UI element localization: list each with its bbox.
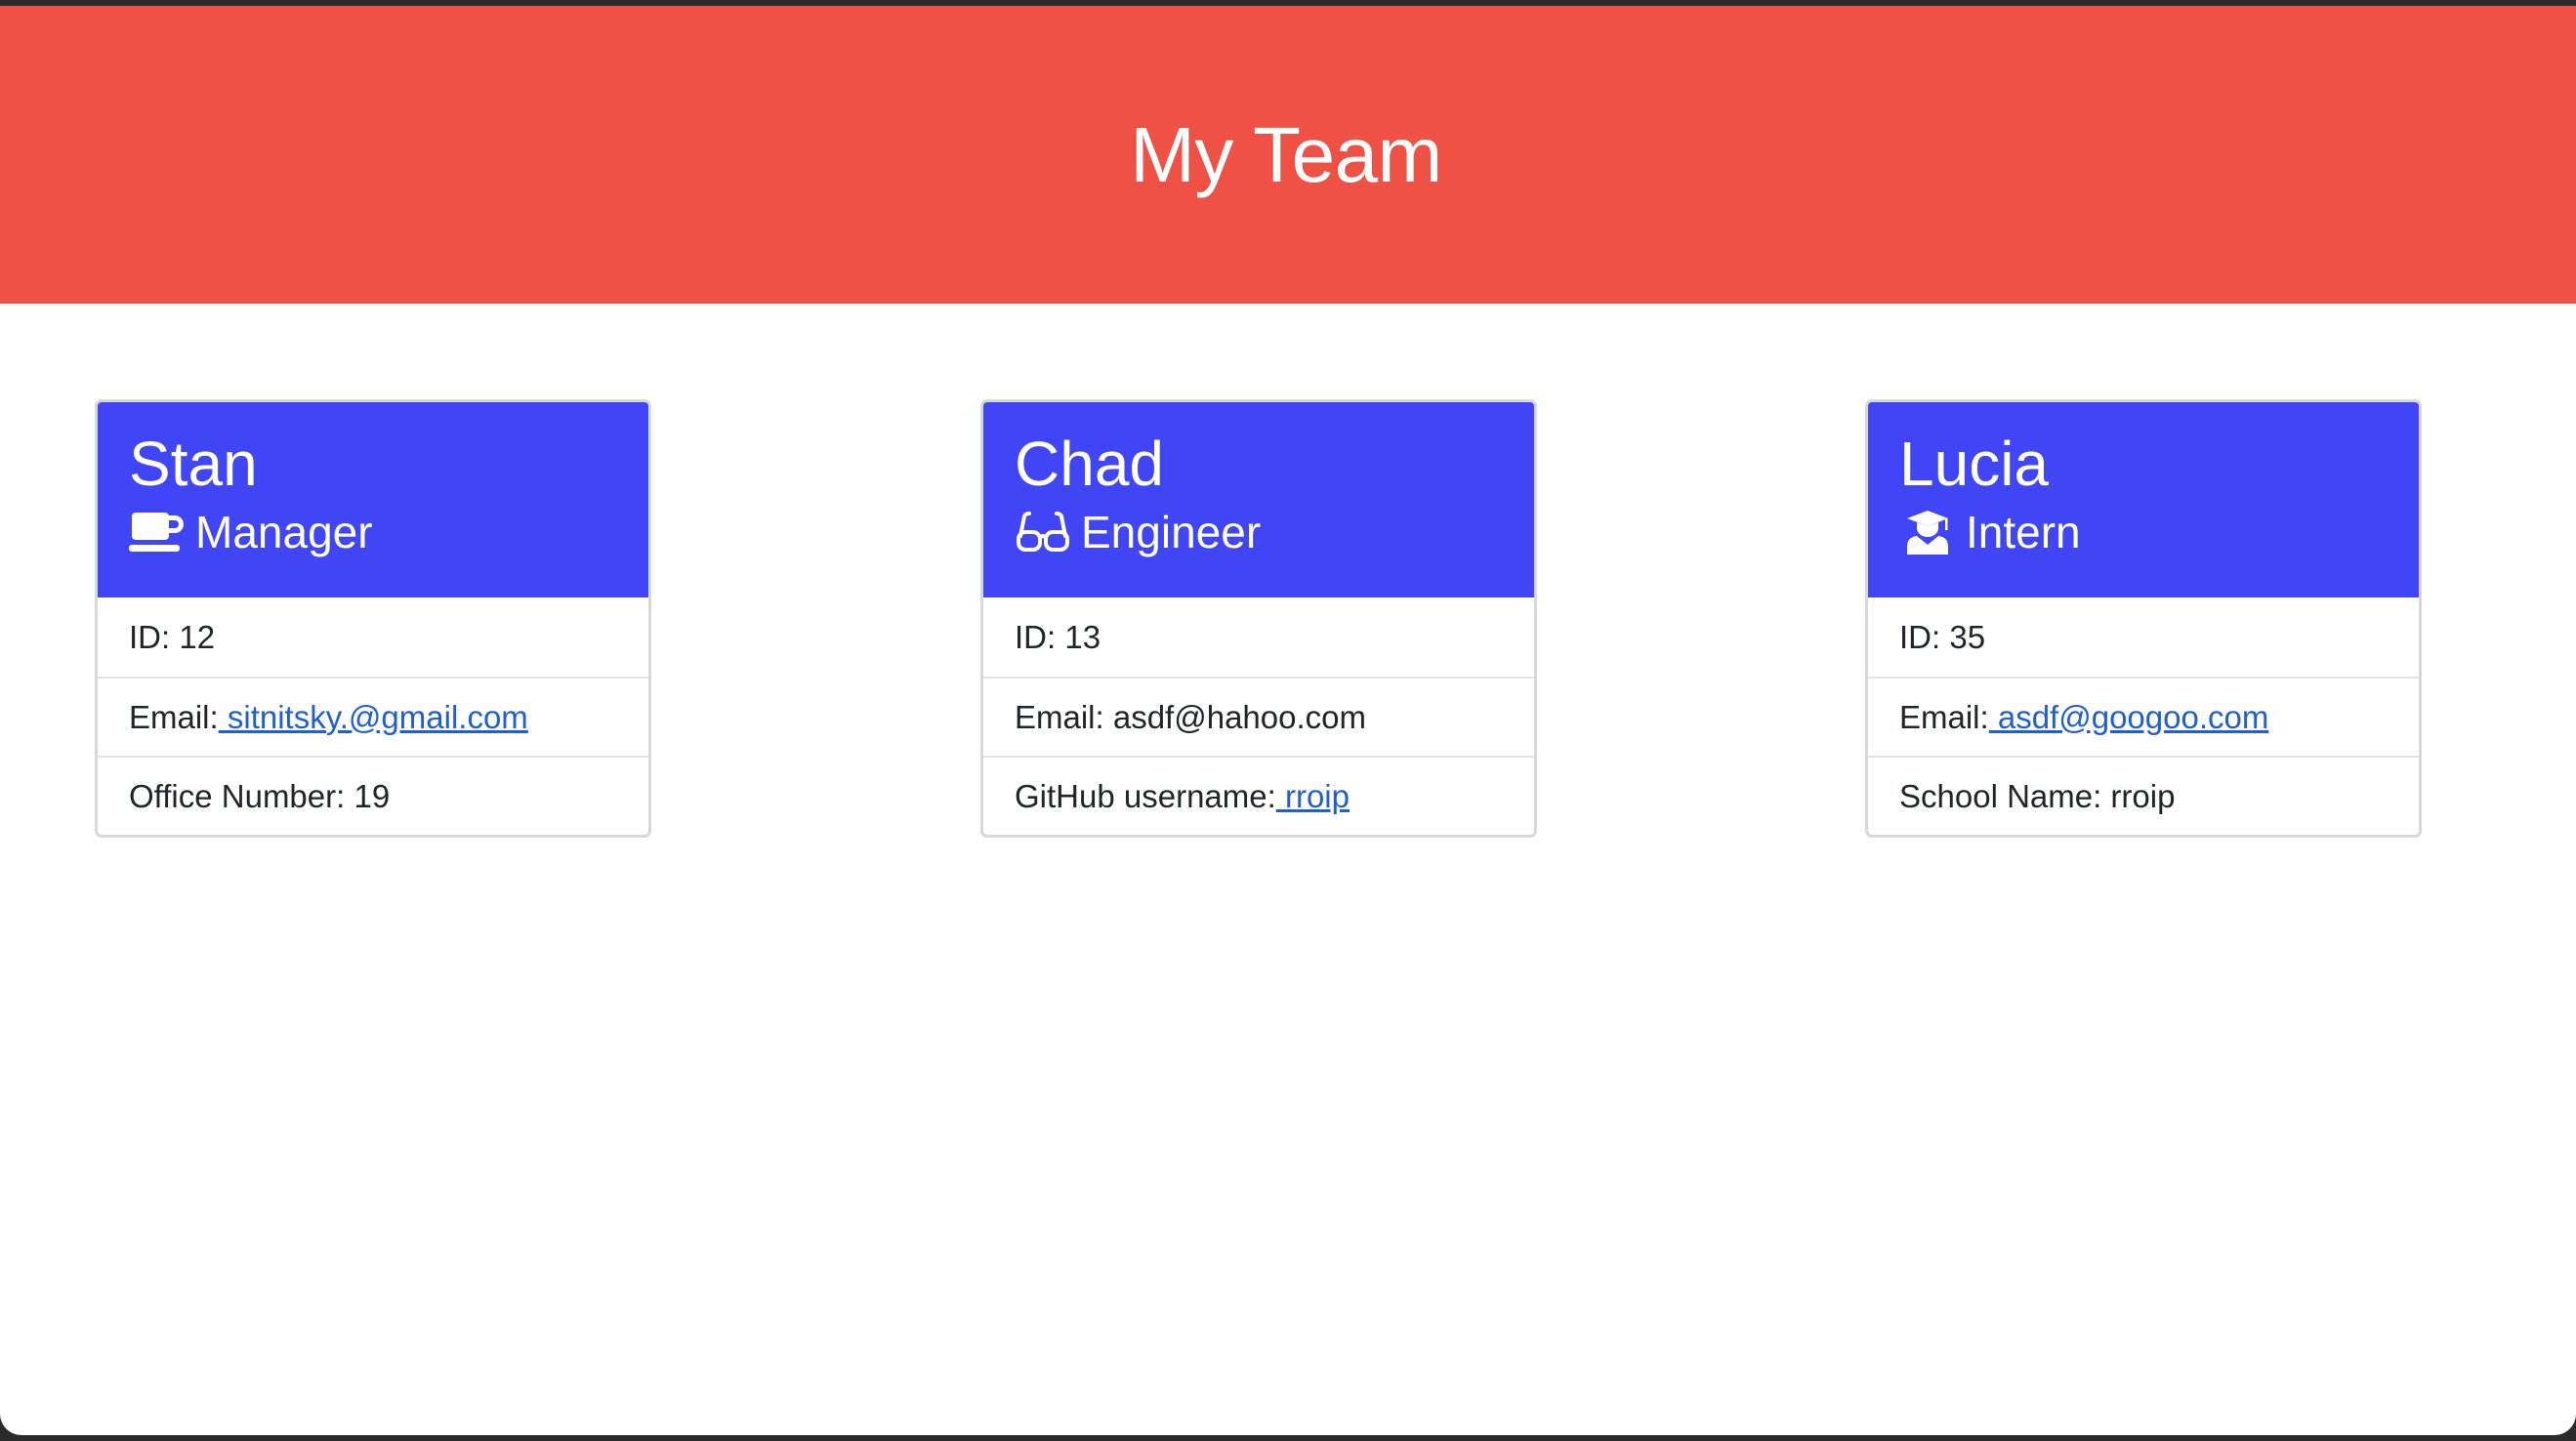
office-number: Office Number: 19: [98, 756, 648, 835]
role-label: Intern: [1966, 507, 2081, 558]
employee-name: Stan: [129, 429, 258, 499]
card-header: Lucia Intern: [1868, 402, 2419, 597]
employee-name: Chad: [1015, 429, 1164, 499]
coffee-mug-icon: [129, 510, 186, 555]
employee-card-manager: Stan Manager ID: 12 Email: sitnitsky.@gm…: [95, 399, 651, 838]
page-title: My Team: [1130, 110, 1442, 198]
school-name: School Name: rroip: [1868, 756, 2419, 835]
employee-role: Engineer: [1015, 510, 1503, 555]
employee-role: Intern: [1899, 507, 2388, 558]
card-header: Stan Manager: [98, 402, 648, 597]
glasses-icon: [1015, 510, 1071, 555]
employee-card-engineer: Chad Engineer ID: 13 Email: asdf@hahoo.c…: [980, 399, 1537, 838]
employee-email: Email: sitnitsky.@gmail.com: [98, 677, 648, 756]
role-label: Manager: [195, 507, 373, 558]
github-link[interactable]: rroip: [1276, 778, 1350, 815]
email-label: Email:: [1899, 698, 1989, 735]
employee-id: ID: 35: [1899, 618, 1986, 655]
email-link[interactable]: sitnitsky.@gmail.com: [219, 699, 528, 736]
employee-id: ID: 13: [1015, 618, 1101, 655]
email-text: Email: asdf@hahoo.com: [1015, 698, 1367, 735]
github-username: GitHub username: rroip: [983, 756, 1534, 835]
card-header: Chad Engineer: [983, 402, 1534, 597]
graduate-icon: [1899, 510, 1956, 556]
employee-email: Email: asdf@googoo.com: [1868, 677, 2419, 756]
employee-id: ID: 12: [129, 618, 216, 655]
employee-details: ID: 12 Email: sitnitsky.@gmail.com Offic…: [98, 597, 648, 835]
employee-role: Manager: [129, 510, 617, 555]
github-label: GitHub username:: [1015, 777, 1276, 814]
employee-details: ID: 35 Email: asdf@googoo.com School Nam…: [1868, 597, 2419, 835]
email-link[interactable]: asdf@googoo.com: [1989, 699, 2269, 736]
browser-viewport: My Team Stan Manager ID: 12 Email: sitni…: [0, 6, 2576, 1435]
page-header: My Team: [0, 6, 2576, 304]
employee-details: ID: 13 Email: asdf@hahoo.com GitHub user…: [983, 597, 1534, 835]
employee-card-intern: Lucia Intern ID: 35 Email: asdf@googoo.c…: [1865, 399, 2422, 838]
employee-email: Email: asdf@hahoo.com: [983, 677, 1534, 756]
role-label: Engineer: [1081, 507, 1262, 558]
email-label: Email:: [129, 698, 219, 735]
employee-name: Lucia: [1899, 429, 2049, 499]
